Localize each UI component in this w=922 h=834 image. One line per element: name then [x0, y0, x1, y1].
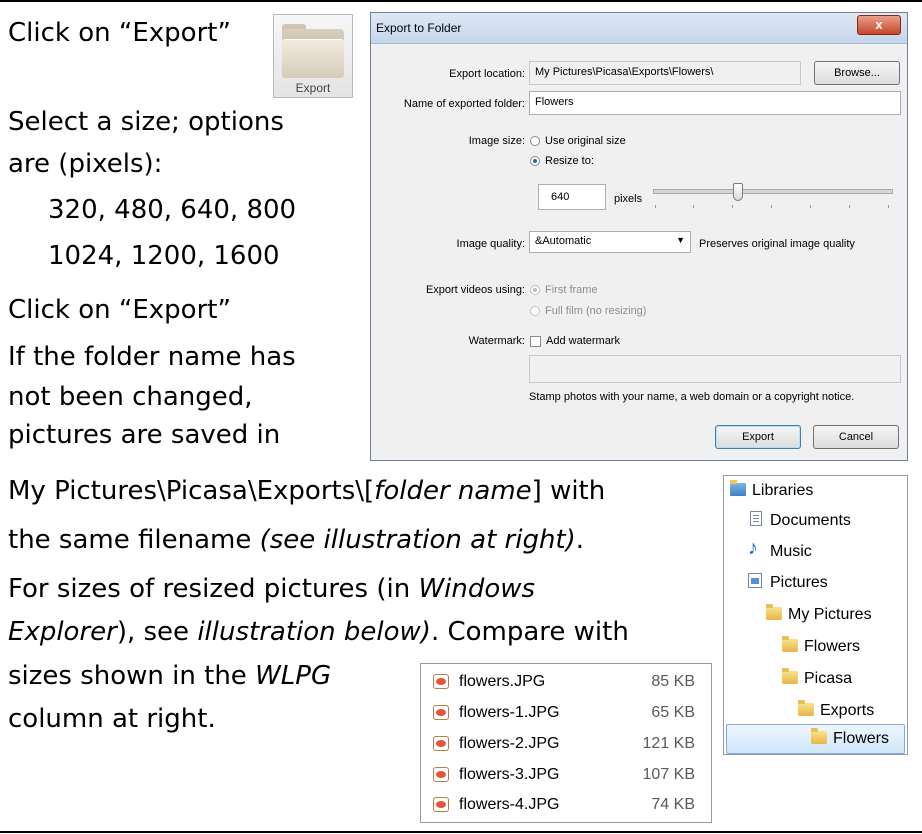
watermark-label: Watermark:	[468, 335, 525, 347]
list-item[interactable]: flowers-3.JPG 107 KB	[421, 760, 711, 790]
dropdown-arrow-icon: ▼	[676, 235, 685, 245]
folder-icon	[811, 728, 827, 744]
tree-item-exports[interactable]: Exports	[798, 696, 874, 726]
image-size-label: Image size:	[468, 135, 525, 147]
document-icon	[750, 511, 762, 526]
step2-line2: are (pixels):	[8, 149, 163, 179]
cancel-button[interactable]: Cancel	[813, 425, 899, 449]
export-videos-label: Export videos using:	[425, 284, 525, 296]
tree-item-documents[interactable]: Documents	[748, 506, 851, 536]
pictures-icon	[748, 573, 762, 588]
close-icon: x	[875, 17, 883, 32]
browse-button[interactable]: Browse...	[814, 61, 900, 85]
sizes-note-line3: sizes shown in the WLPG	[8, 661, 332, 691]
file-name: flowers-2.JPG	[459, 735, 560, 752]
use-original-label: Use original size	[545, 135, 626, 147]
tree-item-picasa[interactable]: Picasa	[782, 664, 852, 694]
file-name: flowers-4.JPG	[459, 796, 560, 813]
full-film-label: Full film (no resizing)	[545, 305, 647, 317]
tree-item-exports-flowers[interactable]: Flowers	[726, 724, 905, 754]
folder-name-input[interactable]: Flowers	[529, 91, 901, 115]
file-size: 65 KB	[651, 704, 695, 721]
file-list: flowers.JPG 85 KB flowers-1.JPG 65 KB fl…	[420, 663, 712, 823]
resize-to-radio[interactable]	[530, 156, 540, 166]
sizes-note-line2: Explorer), see illustration below). Comp…	[8, 617, 629, 647]
folder-icon	[766, 604, 782, 620]
first-frame-radio[interactable]	[530, 285, 540, 295]
file-size: 74 KB	[651, 796, 695, 813]
note-line3: pictures are saved in	[8, 420, 281, 450]
sizes-note-line1: For sizes of resized pictures (in Window…	[8, 574, 536, 604]
folder-icon	[782, 636, 798, 652]
quality-note: Preserves original image quality	[699, 238, 855, 250]
dialog-titlebar: Export to Folder x	[371, 13, 907, 44]
file-name: flowers-3.JPG	[459, 766, 560, 783]
size-slider[interactable]	[653, 183, 893, 211]
folder-icon	[782, 668, 798, 684]
path-line: My Pictures\Picasa\Exports\[folder name]…	[8, 476, 606, 506]
music-icon	[748, 533, 762, 563]
pixels-label: pixels	[614, 193, 643, 205]
first-frame-label: First frame	[545, 284, 598, 296]
resize-value-input[interactable]: 640	[538, 184, 606, 210]
tree-item-music[interactable]: Music	[748, 533, 812, 567]
add-watermark-checkbox[interactable]	[530, 336, 541, 347]
note-line1: If the folder name has	[8, 342, 296, 372]
jpeg-file-icon	[433, 767, 449, 782]
tree-item-my-pictures[interactable]: My Pictures	[766, 600, 872, 630]
watermark-input[interactable]	[529, 355, 901, 383]
export-icon-label: Export	[295, 81, 331, 95]
file-name: flowers-1.JPG	[459, 704, 560, 721]
jpeg-file-icon	[433, 705, 449, 720]
image-quality-value: &Automatic	[535, 235, 592, 247]
file-size: 121 KB	[642, 735, 695, 752]
export-location-field: My Pictures\Picasa\Exports\Flowers\	[529, 61, 801, 85]
step3-text: Click on “Export”	[8, 295, 231, 325]
tree-item-libraries[interactable]: Libraries	[730, 476, 813, 506]
top-rule	[0, 0, 922, 2]
stamp-note: Stamp photos with your name, a web domai…	[529, 391, 855, 403]
step2-line1: Select a size; options	[8, 107, 284, 137]
file-name: flowers.JPG	[459, 673, 546, 690]
dialog-title: Export to Folder	[376, 21, 462, 35]
list-item[interactable]: flowers.JPG 85 KB	[421, 667, 711, 697]
export-toolbar-icon: Export	[273, 14, 353, 98]
file-size: 85 KB	[651, 673, 695, 690]
export-dialog: Export to Folder x Export location: My P…	[370, 12, 908, 461]
close-button[interactable]: x	[857, 15, 901, 35]
sizes-line1: 320, 480, 640, 800	[48, 195, 297, 225]
explorer-tree: Libraries Documents Music Pictures My Pi…	[723, 475, 908, 755]
note-line2: not been changed,	[8, 382, 253, 412]
same-filename-line: the same filename (see illustration at r…	[8, 525, 585, 555]
folder-icon	[798, 700, 814, 716]
export-button[interactable]: Export	[715, 425, 801, 449]
slider-thumb[interactable]	[733, 183, 743, 201]
file-size: 107 KB	[642, 766, 695, 783]
list-item[interactable]: flowers-2.JPG 121 KB	[421, 729, 711, 759]
image-quality-label: Image quality:	[456, 238, 525, 250]
bottom-rule	[0, 831, 922, 833]
step1-text: Click on “Export”	[8, 18, 231, 48]
list-item[interactable]: flowers-4.JPG 74 KB	[421, 790, 711, 820]
sizes-note-line4: column at right.	[8, 704, 216, 734]
jpeg-file-icon	[433, 674, 449, 689]
tree-item-pictures[interactable]: Pictures	[748, 568, 828, 598]
tree-item-flowers[interactable]: Flowers	[782, 632, 860, 662]
jpeg-file-icon	[433, 736, 449, 751]
folder-name-label: Name of exported folder:	[403, 98, 525, 110]
full-film-radio[interactable]	[530, 306, 540, 316]
image-quality-select[interactable]: &Automatic ▼	[529, 231, 691, 253]
resize-to-label: Resize to:	[545, 155, 594, 167]
sizes-line2: 1024, 1200, 1600	[48, 241, 280, 271]
jpeg-file-icon	[433, 797, 449, 812]
add-watermark-label: Add watermark	[546, 335, 620, 347]
library-icon	[730, 480, 746, 496]
use-original-radio[interactable]	[530, 136, 540, 146]
list-item[interactable]: flowers-1.JPG 65 KB	[421, 698, 711, 728]
export-location-label: Export location:	[449, 68, 525, 80]
